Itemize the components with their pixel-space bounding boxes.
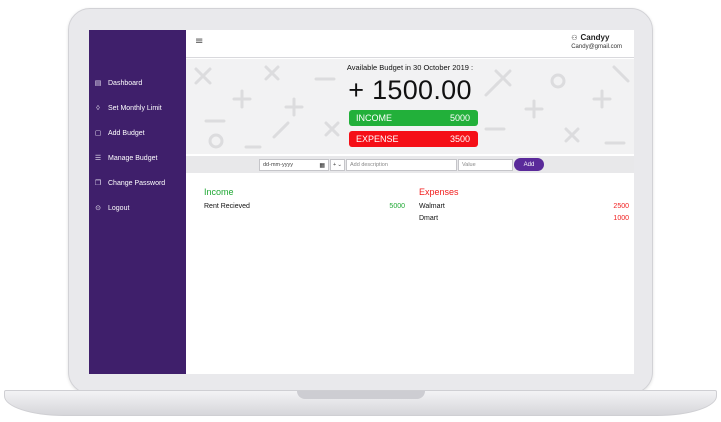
user-icon: ⚇: [571, 34, 578, 42]
sidebar-item-label: Change Password: [108, 179, 166, 187]
sidebar: ▤ Dashboard ◊ Set Monthly Limit ▢ Add Bu…: [89, 30, 186, 374]
expense-item-amount: 2500: [613, 203, 629, 210]
list-item: Rent Recieved 5000: [204, 203, 405, 213]
copy-icon: ❐: [94, 180, 102, 187]
date-input[interactable]: dd-mm-yyyy ▦: [259, 159, 329, 171]
value-input[interactable]: Value: [458, 159, 513, 171]
sidebar-item-manage-budget[interactable]: ☰ Manage Budget: [89, 149, 186, 167]
hamburger-menu-icon[interactable]: ≡: [195, 36, 203, 47]
expense-item-name: Dmart: [419, 215, 439, 222]
income-item-name: Rent Recieved: [204, 203, 250, 210]
income-list-title: Income: [204, 187, 234, 197]
app-screen: ▤ Dashboard ◊ Set Monthly Limit ▢ Add Bu…: [89, 30, 634, 374]
expenses-list-title: Expenses: [419, 187, 459, 197]
sidebar-item-add-budget[interactable]: ▢ Add Budget: [89, 124, 186, 142]
sidebar-item-set-monthly-limit[interactable]: ◊ Set Monthly Limit: [89, 99, 186, 117]
user-email: Candy@gmail.com: [571, 44, 622, 50]
sidebar-item-logout[interactable]: ⊙ Logout: [89, 199, 186, 217]
sidebar-item-label: Add Budget: [108, 129, 145, 137]
expense-total-value: 3500: [449, 134, 470, 144]
sidebar-item-label: Manage Budget: [108, 154, 158, 162]
income-total-value: 5000: [449, 113, 470, 123]
list-icon: ☰: [94, 155, 102, 162]
income-item-amount: 5000: [389, 203, 405, 210]
laptop-notch: [297, 391, 425, 399]
sidebar-item-label: Dashboard: [108, 79, 143, 87]
expense-item-amount: 1000: [613, 215, 629, 222]
user-menu[interactable]: ⚇ Candyy Candy@gmail.com: [571, 33, 622, 50]
add-button[interactable]: Add: [514, 158, 544, 171]
expense-item-name: Walmart: [419, 203, 445, 210]
add-entry-form: dd-mm-yyyy ▦ + ⌄ Add description Value A…: [186, 156, 634, 173]
calendar-picker-icon[interactable]: ▦: [319, 162, 325, 169]
list-item: Dmart 1000: [419, 215, 629, 225]
income-total-label: INCOME: [356, 113, 392, 123]
list-item: Walmart 2500: [419, 203, 629, 213]
sidebar-item-label: Set Monthly Limit: [108, 104, 162, 112]
type-select-value: +: [333, 162, 337, 168]
sidebar-item-change-password[interactable]: ❐ Change Password: [89, 174, 186, 192]
sidebar-item-label: Logout: [108, 204, 130, 212]
sidebar-item-dashboard[interactable]: ▤ Dashboard: [89, 74, 186, 92]
expense-total-badge: EXPENSE 3500: [349, 131, 478, 147]
username: Candyy: [580, 33, 610, 42]
budget-summary: Available Budget in 30 October 2019 : + …: [186, 59, 634, 154]
chevron-down-icon: ⌄: [337, 162, 342, 168]
calendar-icon: ▢: [94, 130, 102, 137]
description-input[interactable]: Add description: [346, 159, 457, 171]
available-budget-amount: + 1500.00: [348, 75, 472, 105]
expense-total-label: EXPENSE: [356, 134, 399, 144]
bell-icon: ◊: [96, 104, 100, 112]
logout-icon: ⊙: [95, 205, 101, 212]
date-placeholder: dd-mm-yyyy: [263, 162, 293, 168]
dashboard-icon: ▤: [94, 80, 102, 87]
topbar: ≡ ⚇ Candyy Candy@gmail.com: [186, 30, 634, 58]
income-total-badge: INCOME 5000: [349, 110, 478, 126]
budget-heading: Available Budget in 30 October 2019 :: [346, 63, 474, 72]
type-select[interactable]: + ⌄: [330, 159, 345, 171]
